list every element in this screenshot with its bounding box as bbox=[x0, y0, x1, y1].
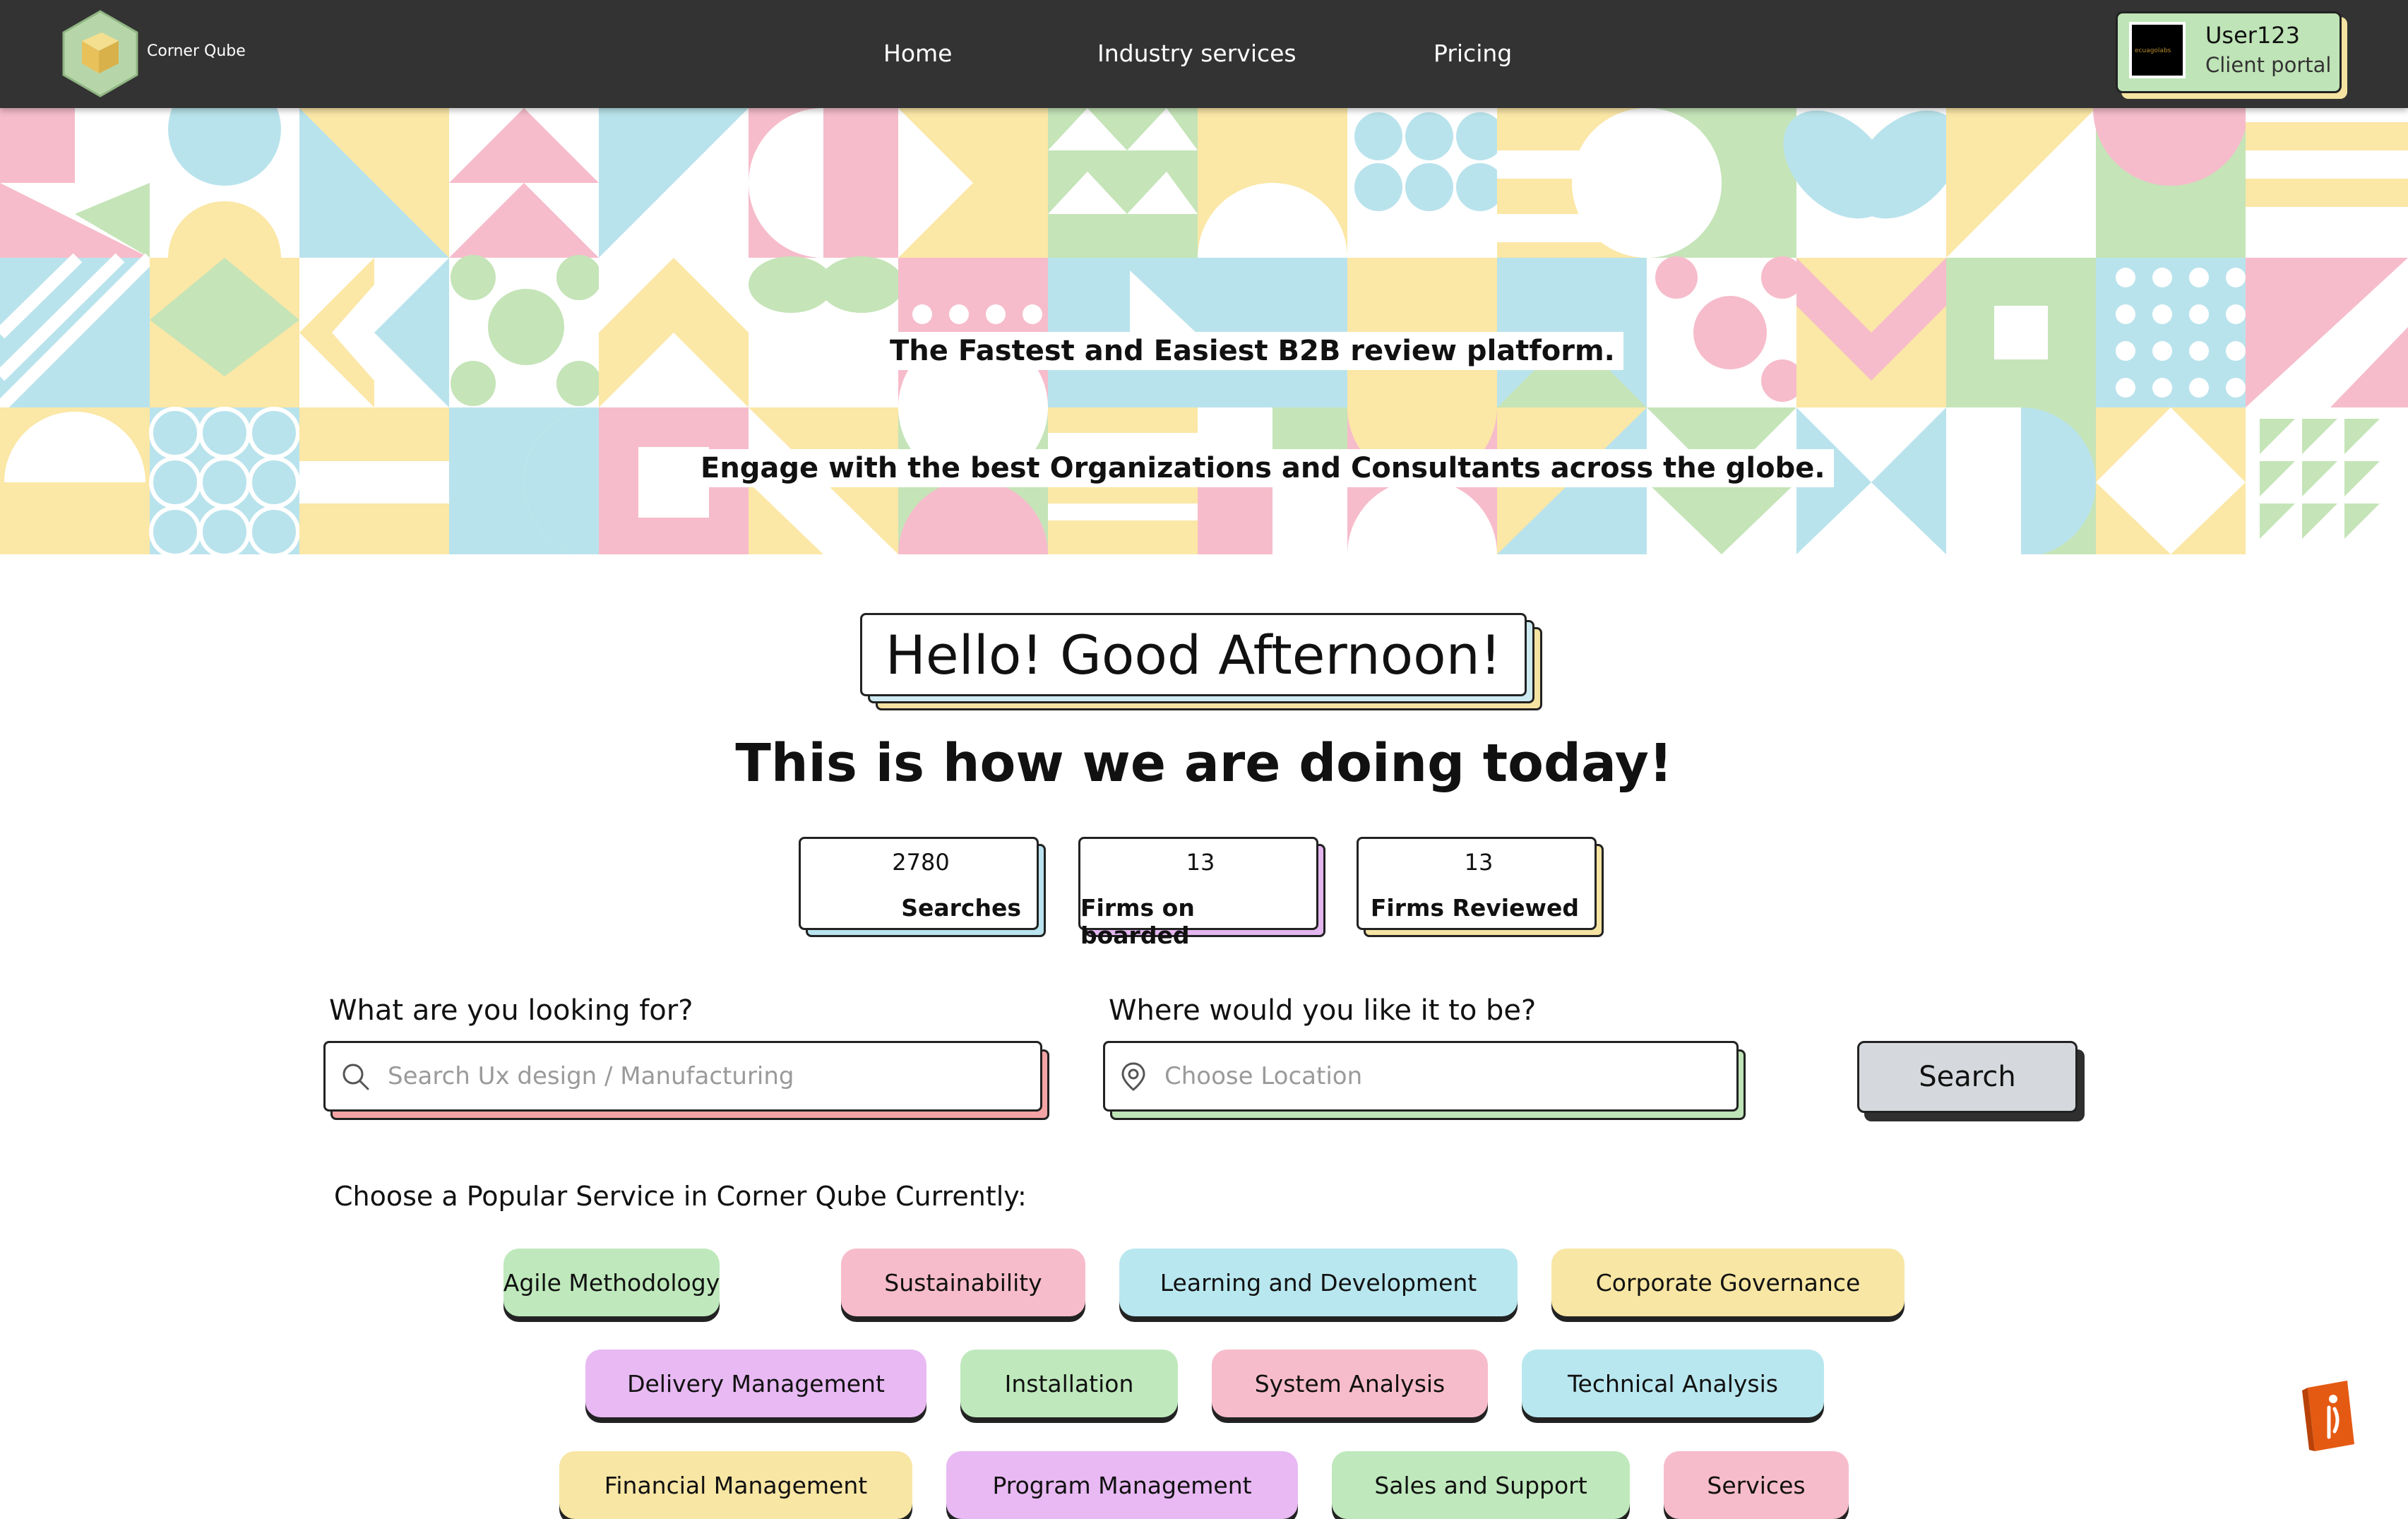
search-button[interactable]: Search bbox=[1857, 1041, 2078, 1113]
avatar-label: ecuagolabs bbox=[2135, 47, 2171, 54]
greeting-text: Hello! Good Afternoon! bbox=[860, 613, 1527, 696]
service-chip-installation[interactable]: Installation bbox=[960, 1350, 1178, 1417]
user-name: User123 bbox=[2205, 22, 2301, 49]
service-chip-agile-methodology[interactable]: Agile Methodology bbox=[503, 1249, 720, 1316]
service-chip-label: Agile Methodology bbox=[503, 1268, 720, 1297]
service-chip-label: Sustainability bbox=[884, 1268, 1042, 1297]
nav-pricing[interactable]: Pricing bbox=[1434, 40, 1512, 67]
service-chip-label: Sales and Support bbox=[1374, 1471, 1587, 1499]
top-navbar: Corner Qube Home Industry services Prici… bbox=[0, 0, 2408, 108]
service-chip-label: Financial Management bbox=[604, 1471, 868, 1499]
status-heading: This is how we are doing today! bbox=[735, 733, 1673, 794]
service-chip-learning-and-development[interactable]: Learning and Development bbox=[1119, 1249, 1518, 1316]
service-chip-services[interactable]: Services bbox=[1664, 1451, 1849, 1519]
stat-value: 2780 bbox=[892, 849, 950, 876]
location-input[interactable] bbox=[1163, 1061, 1671, 1091]
what-field-label: What are you looking for? bbox=[329, 994, 693, 1027]
input-box bbox=[1103, 1041, 1739, 1112]
stat-card-searches: 2780 Searches bbox=[799, 837, 1046, 937]
location-pin-icon bbox=[1121, 1062, 1145, 1091]
stat-label: Firms Reviewed bbox=[1370, 894, 1579, 922]
service-chip-label: Services bbox=[1707, 1471, 1806, 1499]
service-chip-label: Program Management bbox=[992, 1471, 1252, 1499]
service-chip-system-analysis[interactable]: System Analysis bbox=[1212, 1350, 1488, 1417]
nav-home[interactable]: Home bbox=[883, 40, 952, 67]
service-chip-delivery-management[interactable]: Delivery Management bbox=[585, 1350, 926, 1417]
user-profile-card[interactable]: ecuagolabs User123 Client portal bbox=[2116, 11, 2342, 93]
where-field-label: Where would you like it to be? bbox=[1109, 994, 1537, 1027]
service-chip-corporate-governance[interactable]: Corporate Governance bbox=[1551, 1249, 1905, 1316]
avatar: ecuagolabs bbox=[2129, 22, 2186, 78]
location-search-field bbox=[1103, 1041, 1746, 1120]
nav-industry-services[interactable]: Industry services bbox=[1097, 40, 1297, 67]
service-chip-label: Corporate Governance bbox=[1595, 1268, 1861, 1297]
hero-subtagline: Engage with the best Organizations and C… bbox=[692, 449, 1834, 487]
hero-banner: The Fastest and Easiest B2B review platf… bbox=[0, 108, 2408, 554]
input-box bbox=[323, 1041, 1042, 1112]
help-chat-icon[interactable] bbox=[2301, 1381, 2357, 1451]
greeting-card: Hello! Good Afternoon! bbox=[860, 613, 1545, 710]
stat-card-face: 13 Firms Reviewed bbox=[1357, 837, 1597, 930]
user-role: Client portal bbox=[2205, 53, 2332, 77]
service-chip-label: Installation bbox=[1004, 1369, 1134, 1398]
stat-card-firms-reviewed: 13 Firms Reviewed bbox=[1357, 837, 1604, 937]
stat-label: Searches bbox=[901, 894, 1021, 922]
service-search-field bbox=[323, 1041, 1049, 1120]
stat-card-face: 2780 Searches bbox=[799, 837, 1039, 930]
service-chip-label: Learning and Development bbox=[1160, 1268, 1477, 1297]
service-search-input[interactable] bbox=[386, 1061, 961, 1091]
service-chip-label: Delivery Management bbox=[627, 1369, 885, 1398]
stat-label: Firms on boarded bbox=[1080, 894, 1195, 949]
search-icon bbox=[342, 1064, 369, 1090]
stat-card-face: 13 Firms on boarded bbox=[1078, 837, 1318, 949]
service-chip-program-management[interactable]: Program Management bbox=[946, 1451, 1298, 1519]
service-chip-financial-management[interactable]: Financial Management bbox=[559, 1451, 912, 1519]
corner-qube-logo-icon[interactable] bbox=[61, 10, 140, 97]
service-chip-sales-and-support[interactable]: Sales and Support bbox=[1332, 1451, 1630, 1519]
popular-services-label: Choose a Popular Service in Corner Qube … bbox=[334, 1181, 1027, 1212]
stat-card-firms-onboarded: 13 Firms on boarded bbox=[1078, 837, 1325, 949]
brand-name[interactable]: Corner Qube bbox=[147, 42, 246, 60]
stat-value: 13 bbox=[1464, 849, 1494, 876]
hero-tagline: The Fastest and Easiest B2B review platf… bbox=[881, 332, 1623, 370]
service-chip-technical-analysis[interactable]: Technical Analysis bbox=[1522, 1350, 1824, 1417]
stat-value: 13 bbox=[1186, 849, 1215, 876]
service-chip-label: System Analysis bbox=[1254, 1369, 1446, 1398]
search-button-wrap: Search bbox=[1857, 1041, 2085, 1121]
service-chip-label: Technical Analysis bbox=[1568, 1369, 1778, 1398]
geometric-pattern-background bbox=[0, 108, 2408, 554]
service-chip-sustainability[interactable]: Sustainability bbox=[841, 1249, 1085, 1316]
